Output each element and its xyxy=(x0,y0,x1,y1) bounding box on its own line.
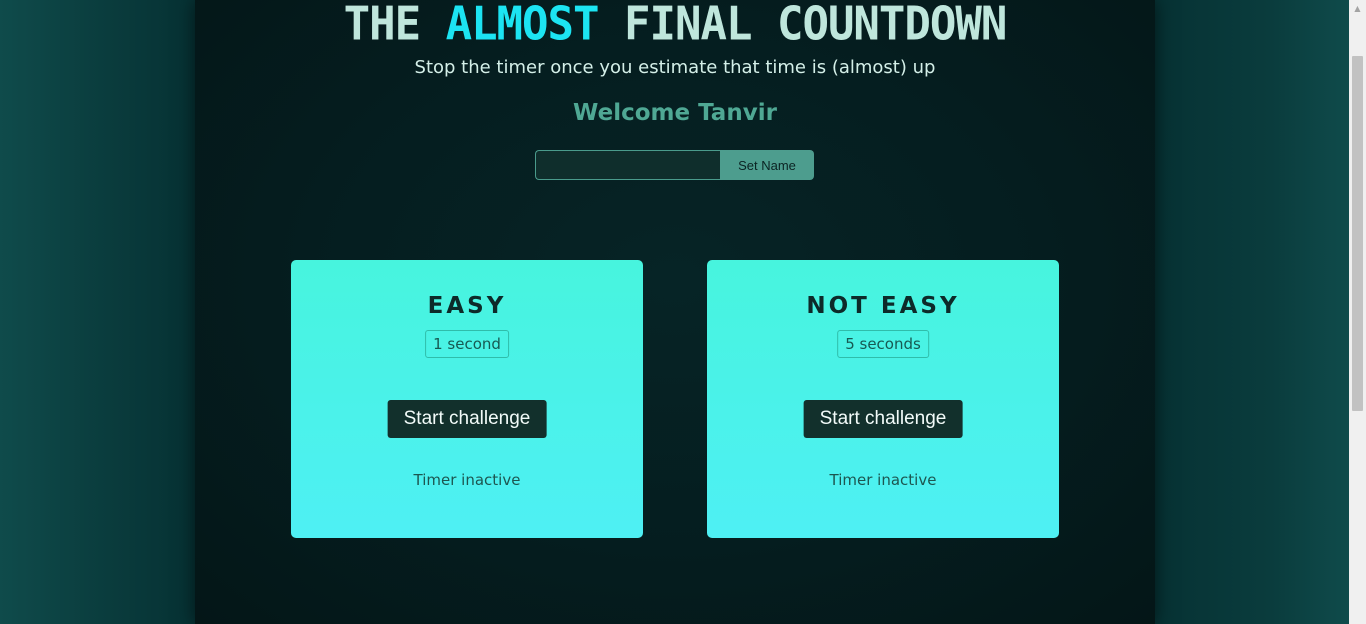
name-form: Set Name xyxy=(535,150,814,180)
timer-status: Timer inactive xyxy=(829,471,937,489)
page-background-right xyxy=(1155,0,1349,624)
name-input[interactable] xyxy=(535,150,720,180)
main-panel: THE ALMOST FINAL COUNTDOWN Stop the time… xyxy=(195,0,1155,624)
set-name-button[interactable]: Set Name xyxy=(720,150,814,180)
scroll-up-arrow-icon[interactable]: ▲ xyxy=(1349,0,1366,17)
page-subtitle: Stop the timer once you estimate that ti… xyxy=(414,57,936,78)
start-challenge-button[interactable]: Start challenge xyxy=(387,400,547,438)
vertical-scrollbar[interactable]: ▲ xyxy=(1349,0,1366,624)
page-title: THE ALMOST FINAL COUNTDOWN xyxy=(195,0,1155,51)
title-accent: ALMOST xyxy=(445,0,600,52)
challenge-card-easy: EASY 1 second Start challenge Timer inac… xyxy=(291,260,643,538)
title-suffix: FINAL COUNTDOWN xyxy=(598,0,1007,52)
welcome-message: Welcome Tanvir xyxy=(573,100,777,126)
start-challenge-button[interactable]: Start challenge xyxy=(803,400,963,438)
scrollbar-thumb[interactable] xyxy=(1352,56,1363,411)
title-prefix: THE xyxy=(343,0,446,52)
challenge-duration: 1 second xyxy=(425,330,509,358)
challenge-title: EASY xyxy=(427,293,507,319)
timer-status: Timer inactive xyxy=(413,471,521,489)
challenge-title: NOT EASY xyxy=(806,293,960,319)
challenge-card-not-easy: NOT EASY 5 seconds Start challenge Timer… xyxy=(707,260,1059,538)
challenge-duration: 5 seconds xyxy=(837,330,929,358)
